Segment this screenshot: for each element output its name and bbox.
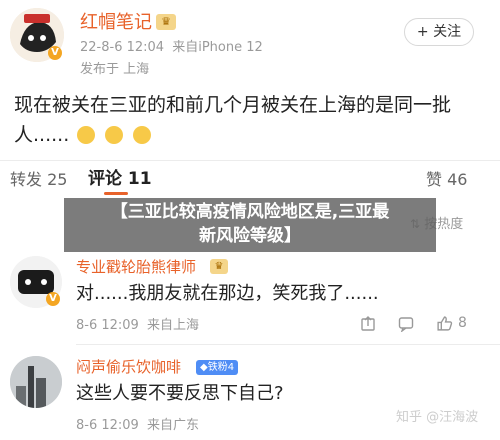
comment-time: 8-6 12:09 xyxy=(76,318,139,333)
post-time: 22-8-6 12:04 xyxy=(80,40,165,55)
comment-source: 来自广东 xyxy=(146,418,199,433)
headline-line-2: 新风险等级】 xyxy=(199,226,301,246)
tab-reposts-count: 25 xyxy=(47,170,68,189)
post-timestamp: 22-8-6 12:04 来自iPhone 12 xyxy=(80,40,263,56)
emoji-group xyxy=(69,124,152,146)
comment-text: 对......我朋友就在那边，笑死我了...... xyxy=(76,283,379,304)
post-location: 发布于 上海 xyxy=(80,62,150,77)
comment-source: 来自上海 xyxy=(146,318,199,333)
follow-button-label: + 关注 xyxy=(416,24,462,40)
crown-icon: ♛ xyxy=(210,259,228,274)
comment-text: 这些人要不要反思下自己? xyxy=(76,383,284,404)
tab-comments[interactable]: 评论 11 xyxy=(88,168,152,190)
diamond-icon: ◆ xyxy=(200,362,208,373)
tab-active-indicator xyxy=(104,192,128,195)
city-avatar-icon xyxy=(10,356,62,408)
laugh-cry-emoji-icon xyxy=(77,126,96,144)
tab-likes-label: 赞 xyxy=(426,170,443,189)
crown-icon: ♛ xyxy=(156,14,176,30)
vip-badge-icon: V xyxy=(48,46,62,60)
comment-icon xyxy=(398,317,414,333)
tab-likes[interactable]: 赞 46 xyxy=(426,170,467,190)
like-count: 8 xyxy=(458,315,467,331)
tab-likes-count: 46 xyxy=(447,170,468,189)
tab-reposts-label: 转发 xyxy=(10,170,43,189)
like-button[interactable]: 8 xyxy=(436,315,467,336)
zhihu-watermark: 知乎 @汪海波 xyxy=(396,410,479,425)
vip-badge-icon: V xyxy=(46,292,60,306)
fan-level-badge: ◆铁粉4 xyxy=(196,360,239,375)
post-content: 现在被关在三亚的和前几个月被关在上海的是同一批人...... xyxy=(14,90,484,150)
post-author-name[interactable]: 红帽笔记 xyxy=(80,12,152,34)
comment-author-name[interactable]: 闷声偷乐饮咖啡 xyxy=(76,358,181,376)
comment-time: 8-6 12:09 xyxy=(76,418,139,433)
tab-comments-count: 11 xyxy=(127,169,152,189)
laugh-cry-emoji-icon xyxy=(133,126,152,144)
follow-button[interactable]: + 关注 xyxy=(404,18,474,46)
divider xyxy=(76,344,500,345)
comment-author-avatar[interactable] xyxy=(10,356,62,408)
headline-overlay: 【三亚比较高疫情风险地区是,三亚最 新风险等级】 xyxy=(64,198,436,252)
thumbs-up-icon xyxy=(437,316,453,331)
post-source: 来自iPhone 12 xyxy=(172,40,263,55)
tab-reposts[interactable]: 转发 25 xyxy=(10,170,67,190)
reply-button[interactable] xyxy=(398,316,414,336)
laugh-cry-emoji-icon xyxy=(105,126,124,144)
comment-meta: 8-6 12:09 来自上海 xyxy=(76,318,199,334)
comment-meta: 8-6 12:09 来自广东 xyxy=(76,418,199,434)
fan-level-label: 铁粉4 xyxy=(207,362,235,373)
headline-line-1: 【三亚比较高疫情风险地区是,三亚最 xyxy=(110,202,390,222)
tab-comments-label: 评论 xyxy=(88,169,122,189)
share-button[interactable] xyxy=(360,316,376,336)
share-icon xyxy=(361,316,375,331)
comment-author-name[interactable]: 专业戳轮胎熊律师 xyxy=(76,258,196,276)
divider xyxy=(0,160,500,161)
